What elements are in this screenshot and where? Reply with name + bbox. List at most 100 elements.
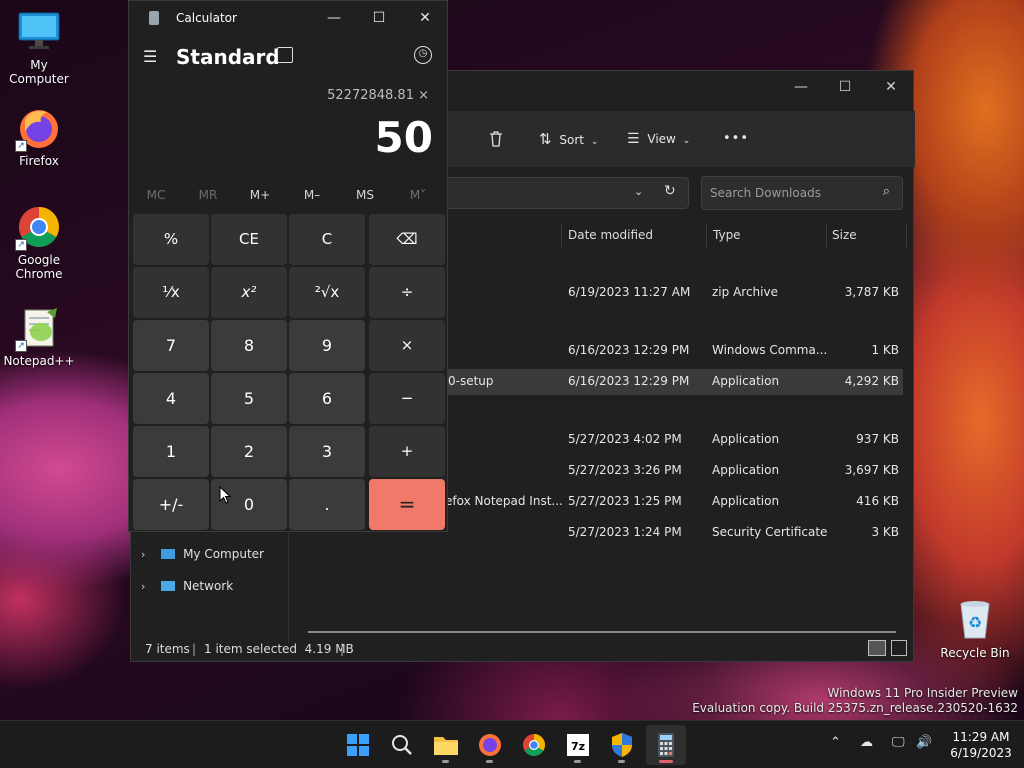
desktop-icon-chrome[interactable]: ↗ Google Chrome [1,205,77,281]
taskbar-chrome[interactable] [514,725,554,765]
show-hidden-icons-button[interactable]: ⌃ [830,735,841,750]
decimal-button[interactable]: . [289,479,365,530]
digit-2-button[interactable]: 2 [211,426,287,477]
network-status-icon[interactable]: 🖵 [892,735,905,750]
file-date: 6/16/2023 12:29 PM [568,374,690,388]
details-view-button[interactable] [868,640,886,656]
memory-list-button[interactable]: M˅ [393,188,443,202]
refresh-icon[interactable]: ↻ [664,183,676,199]
sort-button[interactable]: ⇅ Sort ⌄ [539,127,598,151]
digit-5-button[interactable]: 5 [211,373,287,424]
memory-subtract-button[interactable]: M– [287,188,337,202]
nav-pane-divider[interactable] [288,533,289,643]
nav-item-my-computer[interactable]: › My Computer [141,547,264,569]
reciprocal-button[interactable]: ¹⁄x [133,267,209,318]
clear-button[interactable]: C [289,214,365,265]
digit-3-button[interactable]: 3 [289,426,365,477]
file-type: Application [712,432,780,446]
taskbar-security[interactable] [602,725,642,765]
tiles-view-button[interactable] [891,640,907,656]
cloud-offline-icon[interactable]: ☁ [860,735,873,750]
calculator-minimize-button[interactable]: — [311,5,357,31]
taskbar-calculator[interactable] [646,725,686,765]
digit-7-button[interactable]: 7 [133,320,209,371]
desktop-icon-recycle-bin[interactable]: ♻ Recycle Bin [937,598,1013,660]
explorer-close-button[interactable]: ✕ [869,75,913,99]
address-bar[interactable]: ⌄ ↻ [411,177,689,209]
calculator-close-button[interactable]: ✕ [402,5,448,31]
chevron-right-icon[interactable]: › [141,580,145,593]
notepadpp-icon: ↗ [15,306,61,352]
multiply-button[interactable]: × [369,320,445,371]
column-header-size[interactable]: Size [832,223,857,247]
digit-4-button[interactable]: 4 [133,373,209,424]
taskbar-firefox[interactable] [470,725,510,765]
nav-item-network[interactable]: › Network [141,579,233,601]
equals-button[interactable]: = [369,479,445,530]
memory-add-button[interactable]: M+ [235,188,285,202]
file-type: zip Archive [712,285,778,299]
view-button[interactable]: ☰ View ⌄ [627,127,690,151]
digit-6-button[interactable]: 6 [289,373,365,424]
memory-store-button[interactable]: MS [340,188,390,202]
chevron-down-icon: ⌄ [682,136,691,146]
digit-8-button[interactable]: 8 [211,320,287,371]
desktop-icon-notepadpp[interactable]: ↗ Notepad++ [1,306,77,368]
chrome-icon [523,734,545,756]
memory-recall-button[interactable]: MR [183,188,233,202]
shortcut-arrow-icon: ↗ [15,340,27,352]
volume-icon[interactable]: 🔊 [916,735,932,750]
search-box[interactable]: ⌕ [701,176,903,210]
column-separator[interactable] [561,223,562,247]
more-options-button[interactable]: ••• [723,127,749,151]
delete-button[interactable] [487,127,505,151]
column-header-type[interactable]: Type [713,223,741,247]
running-indicator [574,760,581,763]
desktop-icon-my-computer[interactable]: My Computer [1,10,77,86]
desktop-icon-firefox[interactable]: ↗ Firefox [1,106,77,168]
navigation-menu-button[interactable]: ☰ [143,47,163,67]
file-date: 5/27/2023 3:26 PM [568,463,682,477]
file-date: 6/19/2023 11:27 AM [568,285,691,299]
square-button[interactable]: x² [211,267,287,318]
running-indicator [486,760,493,763]
horizontal-scrollbar[interactable] [308,631,896,633]
negate-button[interactable]: +/- [133,479,209,530]
clock-time: 11:29 AM [952,730,1010,744]
chevron-down-icon[interactable]: ⌄ [634,185,643,198]
column-separator[interactable] [826,223,827,247]
percent-button[interactable]: % [133,214,209,265]
file-name: 0-setup [448,374,494,388]
file-date: 5/27/2023 1:25 PM [568,494,682,508]
divide-button[interactable]: ÷ [369,267,445,318]
add-button[interactable]: + [369,426,445,477]
search-input[interactable] [710,186,870,200]
calculator-title-bar[interactable]: Calculator — ☐ ✕ [129,1,447,35]
firefox-icon [479,734,501,756]
memory-clear-button[interactable]: MC [131,188,181,202]
subtract-button[interactable]: − [369,373,445,424]
chevron-right-icon[interactable]: › [141,548,145,561]
taskbar-7zip[interactable]: 7z [558,725,598,765]
clear-entry-button[interactable]: CE [211,214,287,265]
result-display: 50 [374,113,433,162]
column-separator[interactable] [706,223,707,247]
clock[interactable]: 11:29 AM 6/19/2023 [946,729,1016,761]
explorer-minimize-button[interactable]: — [779,75,823,99]
start-button[interactable] [338,725,378,765]
shortcut-arrow-icon: ↗ [15,239,27,251]
calculator-maximize-button[interactable]: ☐ [356,5,402,31]
keep-on-top-button[interactable] [277,47,293,63]
desktop-icon-label: My Computer [9,58,69,86]
taskbar-search-button[interactable] [382,725,422,765]
history-button[interactable]: ◷ [414,46,432,64]
explorer-maximize-button[interactable]: ☐ [823,75,867,99]
digit-1-button[interactable]: 1 [133,426,209,477]
backspace-button[interactable]: ⌫ [369,214,445,265]
square-root-button[interactable]: ²√x [289,267,365,318]
column-separator[interactable] [906,223,907,247]
column-header-date[interactable]: Date modified [568,223,653,247]
sort-icon: ⇅ [539,130,552,148]
taskbar-file-explorer[interactable] [426,725,466,765]
digit-9-button[interactable]: 9 [289,320,365,371]
